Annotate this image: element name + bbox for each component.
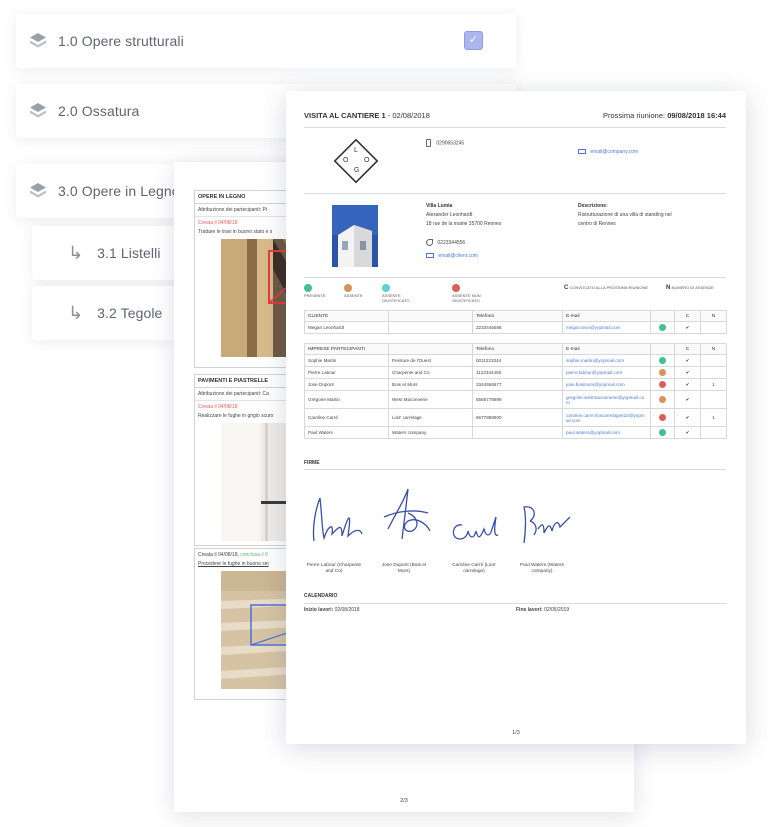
description-line: Ristrutturazione di una villa di standin… — [578, 212, 672, 218]
start-date-row: Inizio lavori: 02/08/2018 — [304, 607, 360, 613]
table-row: Sophie Martin Peinture de l'Ouest 001122… — [304, 354, 727, 367]
signature-pierre-labour — [312, 497, 363, 542]
completed-date: conclusa il 0 — [240, 552, 268, 558]
page-number: 1/3 — [512, 730, 520, 736]
subtask-arrow-icon: ↳ — [68, 303, 84, 323]
layers-icon — [30, 33, 46, 48]
client-info: Villa Lumia Alexander Leonhardt 18 rue d… — [426, 202, 501, 229]
client-name: Villa Lumia — [426, 203, 453, 209]
task-label: 1.0 Opere strutturali — [58, 33, 184, 49]
checkbox-checked[interactable]: ✓ — [464, 31, 483, 50]
signature-name: Jose Dupont (Bois et Murs) — [381, 563, 427, 574]
signature-name: Caroline Carré (Lios' carrelage) — [452, 563, 496, 574]
table-header-row: IMPRESE PARTECIPANTI Telefono E-mail C N — [304, 343, 727, 355]
signature-caroline-carre — [452, 516, 499, 540]
status-dot — [659, 356, 666, 364]
layers-icon — [30, 103, 46, 118]
company-email-row: email@company.com — [578, 149, 638, 155]
status-dot — [452, 284, 460, 292]
client-contact: Alexander Leonhardt — [426, 212, 473, 218]
company-email[interactable]: email@company.com — [590, 149, 638, 155]
task-label: 3.1 Listelli — [97, 245, 161, 261]
signature-jose-dupont — [383, 488, 431, 540]
status-dot — [659, 395, 666, 403]
table-row: Pierre Labour Charpente and Co 112233445… — [304, 366, 727, 379]
report-page-1: VISITA AL CANTIERE 1 - 02/08/2018 Prossi… — [286, 91, 746, 744]
client-phone: 0223344556 — [437, 239, 466, 246]
page-number: 2/3 — [400, 798, 408, 804]
company-phone: 0290653245 — [436, 140, 465, 147]
calendar-title: CALENDARIO — [304, 593, 338, 599]
status-dot — [659, 380, 666, 388]
subtask-arrow-icon: ↳ — [68, 243, 84, 263]
client-table: CLIENTE Telefono E-mail C N Megan Leonha… — [304, 310, 727, 334]
table-row: Jose Dupont Bois et Murs 3344556677 jose… — [304, 378, 727, 391]
status-dot — [659, 413, 666, 421]
table-row: Paul Waters Waters company paul.waters@y… — [304, 426, 727, 439]
description-label: Descrizione: — [578, 203, 608, 209]
task-label: 3.0 Opere in Legno — [58, 183, 180, 199]
signature-name: Pierre Labour (Charpente and Co) — [306, 563, 362, 574]
table-row: Caroline Carré Lios' carrelage 667788990… — [304, 408, 727, 427]
status-dot — [344, 284, 352, 292]
signature-name: Paul Waters (Waters company) — [520, 563, 564, 574]
layers-icon — [30, 183, 46, 198]
table-row: Megan Leonhardt 2233445566 megan.leon@yo… — [304, 321, 727, 334]
company-phone-row: 0290653245 — [426, 139, 464, 147]
legend-unjustified: ASSENTE NON GIUSTIFICATO — [452, 284, 502, 303]
companies-table: IMPRESE PARTECIPANTI Telefono E-mail C N… — [304, 343, 727, 439]
client-address: 18 rue de la mairie 35700 Rennes — [426, 221, 502, 227]
next-meeting-value: 09/08/2018 16:44 — [667, 111, 726, 120]
legend-convened: C CONVOCATO ALLA PROSSIMA RIUNIONE — [564, 285, 649, 291]
status-dot — [659, 368, 666, 376]
created-date: Creata il 04/08/18, — [198, 552, 239, 558]
description-line: centro di Rennes — [578, 221, 616, 227]
signature-paul-waters — [523, 506, 571, 544]
visit-date: - 02/08/2018 — [387, 111, 430, 120]
legend-justified: ASSENTE GIUSTIFICATO — [382, 284, 422, 303]
visit-title: VISITA AL CANTIERE 1 — [304, 111, 386, 120]
legend-absent: ASSENTE — [344, 284, 363, 298]
table-row: Grégoire Martin West Maconnerie 55667788… — [304, 390, 727, 409]
client-phone-row: 0223344556 — [426, 239, 465, 246]
task-label: 3.2 Tegole — [97, 305, 163, 321]
phone-icon — [426, 239, 433, 246]
task-card-opere-strutturali[interactable]: 1.0 Opere strutturali ✓ — [16, 14, 516, 68]
description-block: Descrizione: Ristrutturazione di una vil… — [578, 202, 672, 229]
legend-present: PRESENTE — [304, 284, 326, 298]
legend-absences: N NUMERO DI ASSENZE — [666, 285, 714, 291]
company-logo: L O G O — [330, 135, 382, 187]
task-label: 2.0 Ossatura — [58, 103, 140, 119]
status-dot — [304, 284, 312, 292]
signatures-title: FIRME — [304, 460, 320, 466]
building-photo — [332, 205, 378, 267]
next-meeting: Prossima riunione: 09/08/2018 16:44 — [603, 111, 726, 120]
report-title: VISITA AL CANTIERE 1 - 02/08/2018 — [304, 111, 430, 120]
status-dot — [382, 284, 390, 292]
client-email[interactable]: email@client.com — [438, 253, 478, 259]
status-dot — [659, 428, 666, 436]
next-meeting-label: Prossima riunione: — [602, 111, 666, 120]
status-dot — [659, 323, 666, 331]
phone-icon — [426, 139, 431, 147]
email-icon — [578, 149, 586, 155]
end-date-row: Fine lavori: 02/05/2019 — [516, 607, 570, 613]
email-icon — [426, 253, 434, 259]
client-email-row: email@client.com — [426, 253, 478, 259]
table-header-row: CLIENTE Telefono E-mail C N — [304, 310, 727, 322]
